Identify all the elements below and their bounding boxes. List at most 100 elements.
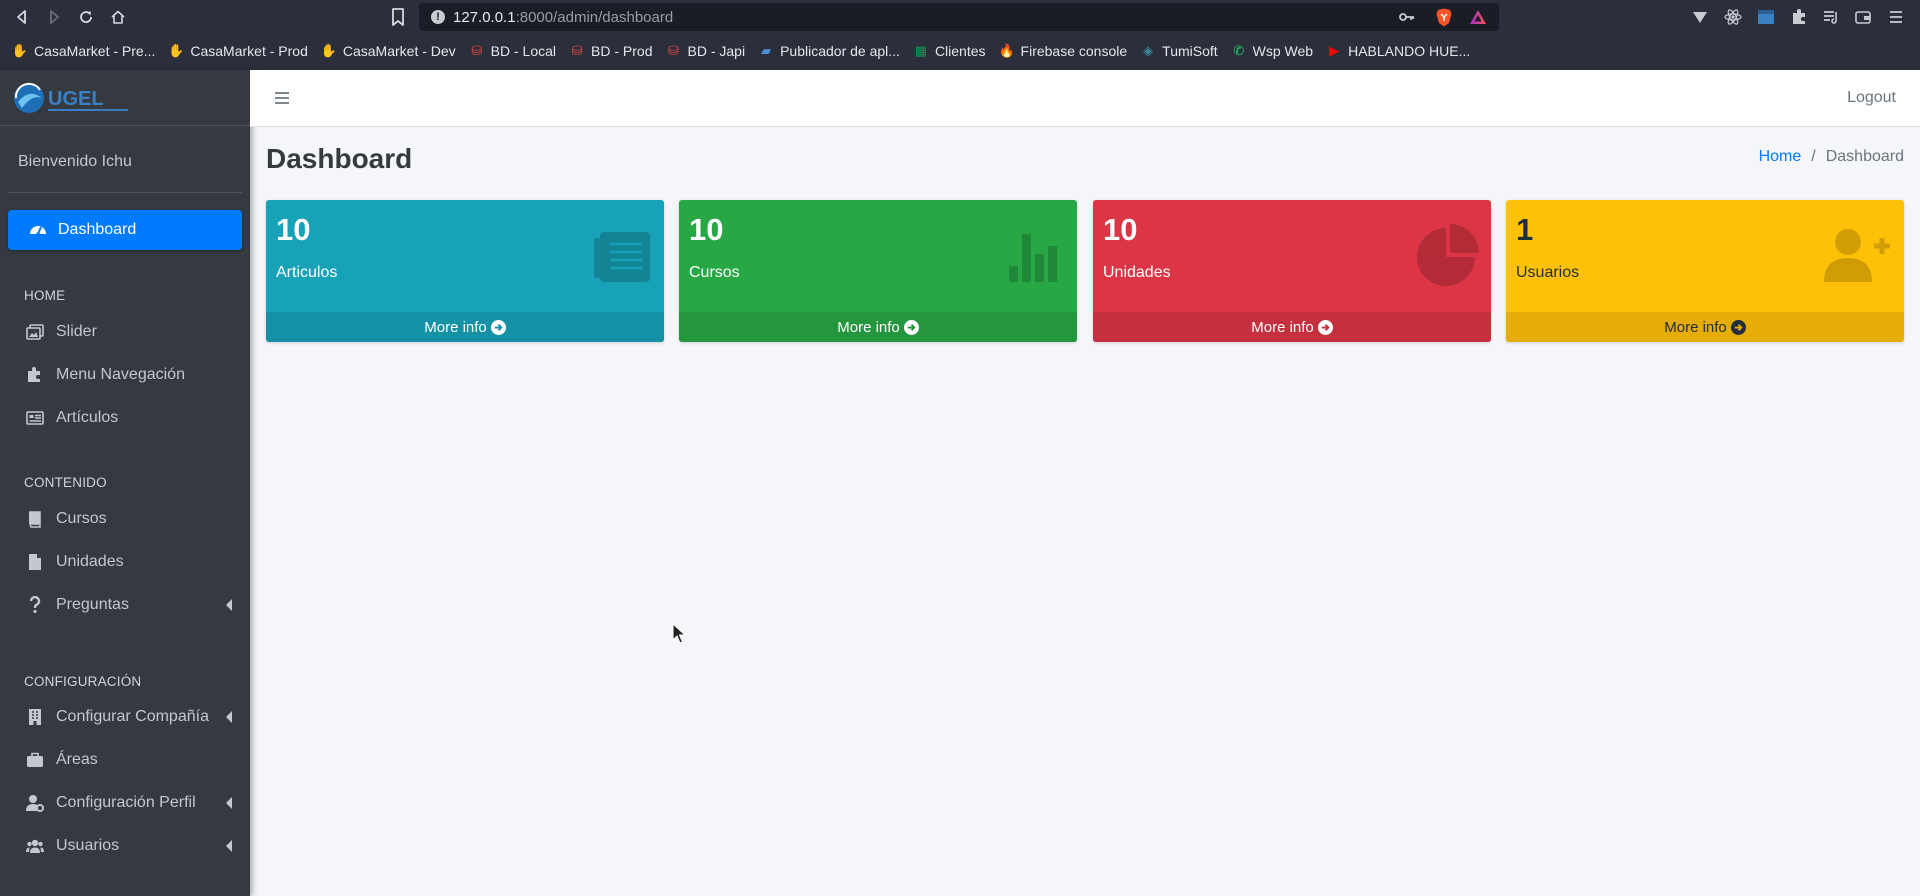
site-info-icon[interactable]: ! [431, 10, 445, 24]
browser-menu-icon[interactable] [1887, 8, 1905, 26]
sheets-icon: ▦ [914, 43, 928, 58]
sidebar-item-slider[interactable]: Slider [24, 318, 234, 346]
bookmark-page-icon[interactable] [389, 7, 407, 27]
url-path: :8000/admin/dashboard [515, 9, 674, 26]
reload-icon[interactable] [75, 6, 97, 28]
sidebar-item-unidades[interactable]: Unidades [24, 548, 234, 576]
sidebar-item-menu-navegacion[interactable]: Menu Navegación [24, 361, 234, 389]
bookmark-label: Wsp Web [1252, 43, 1314, 59]
firebase-icon: 🔥 [998, 43, 1015, 58]
extensions-puzzle-icon[interactable] [1790, 8, 1808, 26]
browser-toolbar: ! 127.0.0.1:8000/admin/dashboard [0, 0, 1920, 35]
stat-value: 1 [1516, 212, 1534, 247]
breadcrumb-current: Dashboard [1825, 148, 1904, 165]
chevron-left-icon[interactable] [224, 796, 234, 810]
bookmark-item[interactable]: ◈ TumiSoft [1140, 43, 1218, 59]
brand-link[interactable]: UGEL [0, 70, 250, 126]
breadcrumb-separator: / [1811, 148, 1816, 165]
more-info-link[interactable]: More info [266, 312, 664, 342]
sidebar-item-dashboard[interactable]: Dashboard [8, 210, 242, 250]
sidebar-item-label: Cursos [56, 510, 107, 527]
hand-icon: ✋ [11, 43, 29, 58]
url-host: 127.0.0.1 [453, 9, 516, 26]
logout-link[interactable]: Logout [1847, 89, 1896, 107]
bookmark-item[interactable]: ✆ Wsp Web [1231, 43, 1313, 59]
sidebar-item-label: Slider [56, 323, 97, 340]
home-icon[interactable] [107, 6, 129, 28]
breadcrumb: Home / Dashboard [1759, 148, 1904, 166]
sidebar-item-label: Configurar Compañía [56, 708, 209, 725]
chevron-left-icon[interactable] [224, 598, 234, 612]
bookmark-label: BD - Prod [591, 43, 653, 59]
nav-section-header: HOME [24, 288, 66, 303]
sidebar-item-areas[interactable]: Áreas [24, 746, 234, 774]
more-info-label: More info [1664, 318, 1727, 336]
bookmark-item[interactable]: ⛁ BD - Local [469, 43, 556, 59]
vpn-extension-icon[interactable] [1691, 8, 1709, 26]
react-devtools-icon[interactable] [1724, 8, 1742, 26]
book-icon [24, 509, 46, 529]
brave-rewards-icon[interactable] [1469, 9, 1487, 25]
stat-value: 10 [1103, 212, 1138, 247]
puzzle-icon [24, 365, 46, 385]
ugel-logo: UGEL [12, 78, 130, 118]
more-info-link[interactable]: More info [1093, 312, 1491, 342]
bookmark-label: CasaMarket - Dev [342, 43, 456, 59]
nav-section-header: CONFIGURACIÓN [24, 674, 142, 689]
sidebar-item-preguntas[interactable]: Preguntas [24, 591, 234, 619]
bookmark-item[interactable]: ▦ Clientes [913, 43, 986, 59]
database-icon: ⛁ [571, 43, 583, 58]
bookmark-item[interactable]: ✋ CasaMarket - Dev [321, 43, 456, 59]
sidebar-item-configurar-compania[interactable]: Configurar Compañía [24, 703, 234, 731]
stat-value: 10 [276, 212, 311, 247]
bookmark-item[interactable]: ⛁ BD - Japi [666, 43, 745, 59]
key-icon[interactable] [1399, 10, 1415, 24]
more-info-label: More info [424, 318, 487, 336]
bookmark-label: Firebase console [1020, 43, 1128, 59]
stat-box-usuarios: 1 Usuarios More info [1506, 200, 1904, 342]
brave-shield-icon[interactable] [1435, 8, 1453, 27]
bar-chart-icon [1009, 234, 1057, 282]
tumisoft-icon: ◈ [1143, 43, 1154, 58]
bookmark-item[interactable]: ✋ CasaMarket - Pre... [12, 43, 155, 59]
sidebar-item-articulos[interactable]: Artículos [24, 404, 234, 432]
bookmark-item[interactable]: ▶ HABLANDO HUE... [1326, 43, 1470, 59]
sidebar-item-cursos[interactable]: Cursos [24, 505, 234, 533]
bookmarks-bar: ✋ CasaMarket - Pre... ✋ CasaMarket - Prod ✋ C… [0, 37, 1920, 65]
sidebar-item-label: Dashboard [58, 221, 137, 238]
media-playlist-icon[interactable] [1822, 8, 1840, 26]
bookmark-item[interactable]: ✋ CasaMarket - Prod [168, 43, 308, 59]
sidebar-item-configuracion-perfil[interactable]: Configuración Perfil [24, 789, 234, 817]
welcome-text: Bienvenido Ichu [18, 153, 132, 170]
more-info-link[interactable]: More info [679, 312, 1077, 342]
stat-box-cursos: 10 Cursos More info [679, 200, 1077, 342]
sidebar-item-usuarios[interactable]: Usuarios [24, 832, 234, 860]
youtube-icon: ▶ [1329, 43, 1340, 58]
chevron-left-icon[interactable] [224, 710, 234, 724]
menu-toggle-icon[interactable] [274, 90, 290, 106]
sidebar-item-label: Usuarios [56, 837, 120, 854]
arrow-circle-right-icon [903, 319, 919, 335]
more-info-link[interactable]: More info [1506, 312, 1904, 342]
bookmark-label: CasaMarket - Prod [190, 43, 308, 59]
window-extension-icon[interactable] [1757, 8, 1775, 26]
hand-icon: ✋ [320, 43, 337, 58]
back-icon[interactable] [11, 6, 33, 28]
wallet-icon[interactable] [1854, 8, 1872, 26]
bookmark-label: CasaMarket - Pre... [34, 43, 156, 59]
bookmark-label: BD - Local [490, 43, 557, 59]
forward-icon[interactable] [43, 6, 65, 28]
url-text[interactable]: 127.0.0.1:8000/admin/dashboard [453, 9, 673, 26]
images-icon [24, 322, 46, 342]
newspaper-icon [594, 232, 650, 282]
whatsapp-icon: ✆ [1233, 43, 1245, 58]
bookmark-item[interactable]: 🔥 Firebase console [998, 43, 1128, 59]
address-bar[interactable]: ! 127.0.0.1:8000/admin/dashboard [419, 3, 1499, 31]
sidebar-item-label: Menu Navegación [56, 366, 185, 383]
arrow-circle-right-icon [1317, 319, 1333, 335]
bookmark-item[interactable]: ⛁ BD - Prod [569, 43, 653, 59]
chevron-left-icon[interactable] [224, 839, 234, 853]
arrow-circle-right-icon [490, 319, 506, 335]
bookmark-item[interactable]: ▰ Publicador de apl... [758, 43, 900, 59]
breadcrumb-home-link[interactable]: Home [1759, 148, 1802, 166]
